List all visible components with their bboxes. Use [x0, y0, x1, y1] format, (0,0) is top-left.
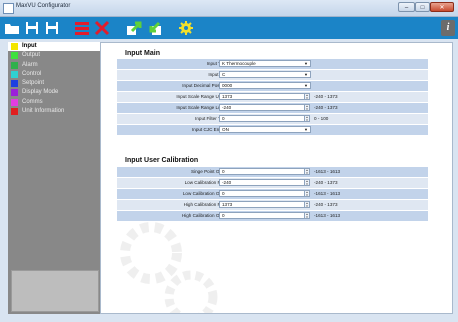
sidebar-item-control[interactable]: Control — [8, 70, 100, 79]
spinner-arrows-icon[interactable]: ▴ ▾ — [304, 104, 310, 111]
unit-information-color-swatch — [11, 108, 18, 116]
input-main-heading: Input Main — [125, 50, 160, 57]
low-calibration-point-row: Low Calibration Point -240 ▴ ▾ -240 - 137… — [117, 178, 428, 188]
low-calibration-offset-row: Low Calibration Offset 0 ▴ ▾ -1613 - 1613 — [117, 189, 428, 199]
single-point-offset-field[interactable]: 0 — [219, 168, 305, 175]
high-calibration-point-row: High Calibration Point 1373 ▴ ▾ -240 - 13… — [117, 200, 428, 210]
range-hint: 0 - 100 — [314, 116, 329, 121]
sidebar-item-label: Input — [22, 43, 37, 49]
title-bar: MaxVU Configurator – □ ✕ — [0, 0, 458, 17]
input-type-row: Input Type K Thermocouple — [117, 59, 428, 69]
low-calibration-offset-field[interactable]: 0 — [219, 190, 305, 197]
sidebar-item-output[interactable]: Output — [8, 51, 100, 60]
input-scale-range-lower-field[interactable]: -240 — [219, 104, 305, 111]
sidebar: Input Output Alarm Control Setpoint Disp… — [8, 42, 100, 314]
range-hint: -240 - 1373 — [314, 94, 338, 99]
sidebar-item-unit-information[interactable]: Unit Information — [8, 107, 100, 116]
spinner-arrows-icon[interactable]: ▴ ▾ — [304, 168, 310, 175]
sidebar-item-display-mode[interactable]: Display Mode — [8, 88, 100, 97]
save-icon[interactable] — [24, 20, 40, 36]
high-calibration-offset-field[interactable]: 0 — [219, 212, 305, 219]
input-color-swatch — [11, 43, 18, 50]
list-icon[interactable] — [74, 20, 90, 36]
control-color-swatch — [11, 70, 18, 78]
sidebar-item-label: Comms — [22, 98, 43, 105]
sidebar-info-panel — [11, 270, 99, 312]
spinner-arrows-icon[interactable]: ▴ ▾ — [304, 201, 310, 208]
window-title: MaxVU Configurator — [16, 3, 71, 9]
sidebar-item-input[interactable]: Input — [8, 42, 100, 52]
folder-open-icon[interactable] — [4, 20, 20, 36]
gears-watermark-icon — [120, 222, 218, 313]
input-decimal-position-row: Input Decimal Position 0000 — [117, 81, 428, 91]
input-decimal-position-select[interactable]: 0000 — [219, 82, 311, 89]
high-calibration-point-field[interactable]: 1373 — [219, 201, 305, 208]
spinner-arrows-icon[interactable]: ▴ ▾ — [304, 93, 310, 100]
range-hint: -240 - 1373 — [314, 202, 338, 207]
spinner-arrows-icon[interactable]: ▴ ▾ — [304, 212, 310, 219]
display-mode-color-swatch — [11, 89, 18, 97]
close-button[interactable]: ✕ — [430, 2, 454, 12]
sidebar-item-label: Display Mode — [22, 89, 59, 96]
input-cjc-enable-select[interactable]: ON — [219, 126, 311, 133]
toolbar: i — [0, 17, 458, 39]
sidebar-item-label: Unit Information — [22, 108, 65, 115]
high-calibration-offset-row: High Calibration Offset 0 ▴ ▾ -1613 - 161… — [117, 211, 428, 221]
maximize-button[interactable]: □ — [415, 2, 430, 12]
comms-color-swatch — [11, 98, 18, 106]
sidebar-item-label: Output — [22, 52, 41, 59]
range-hint: -240 - 1373 — [314, 105, 338, 110]
range-hint: -1613 - 1613 — [314, 191, 341, 196]
input-scale-range-upper-field[interactable]: 1373 — [219, 93, 305, 100]
range-hint: -1613 - 1613 — [314, 213, 341, 218]
spinner-arrows-icon[interactable]: ▴ ▾ — [304, 115, 310, 122]
sidebar-item-comms[interactable]: Comms — [8, 98, 100, 107]
range-hint: -240 - 1373 — [314, 180, 338, 185]
spinner-arrows-icon[interactable]: ▴ ▾ — [304, 190, 310, 197]
alarm-color-swatch — [11, 61, 18, 69]
main-panel: Input Main Input Type K Thermocouple Inp… — [100, 42, 453, 314]
input-type-select[interactable]: K Thermocouple — [219, 60, 311, 67]
info-icon[interactable]: i — [441, 20, 455, 36]
save-as-icon[interactable] — [44, 20, 60, 36]
input-scale-range-lower-row: Input Scale Range Lower -240 ▴ ▾ -240 - 1… — [117, 103, 428, 113]
sidebar-item-label: Alarm — [22, 61, 38, 68]
sidebar-item-alarm[interactable]: Alarm — [8, 61, 100, 70]
sidebar-item-label: Control — [22, 70, 42, 77]
input-scale-range-upper-row: Input Scale Range Upper 1373 ▴ ▾ -240 - 1… — [117, 92, 428, 102]
input-filter-time-field[interactable]: 0 — [219, 115, 305, 122]
output-color-swatch — [11, 52, 18, 60]
upload-icon[interactable] — [126, 20, 142, 36]
app-icon — [3, 3, 14, 14]
minimize-button[interactable]: – — [398, 2, 415, 12]
input-unit-select[interactable]: C — [219, 71, 311, 78]
input-unit-row: Input Unit C — [117, 70, 428, 80]
download-icon[interactable] — [146, 20, 162, 36]
delete-icon[interactable] — [94, 20, 110, 36]
input-cjc-enable-row: Input CJC Enable ON — [117, 125, 428, 135]
range-hint: -1613 - 1613 — [314, 169, 341, 174]
sidebar-item-setpoint[interactable]: Setpoint — [8, 79, 100, 88]
settings-gear-icon[interactable] — [178, 20, 194, 36]
input-filter-time-row: Input Filter Time 0 ▴ ▾ 0 - 100 — [117, 114, 428, 124]
spinner-arrows-icon[interactable]: ▴ ▾ — [304, 179, 310, 186]
low-calibration-point-field[interactable]: -240 — [219, 179, 305, 186]
setpoint-color-swatch — [11, 80, 18, 88]
sidebar-item-label: Setpoint — [22, 80, 45, 87]
single-point-offset-row: Singe Point Offset 0 ▴ ▾ -1613 - 1613 — [117, 167, 428, 177]
input-user-calibration-heading: Input User Calibration — [125, 157, 199, 164]
